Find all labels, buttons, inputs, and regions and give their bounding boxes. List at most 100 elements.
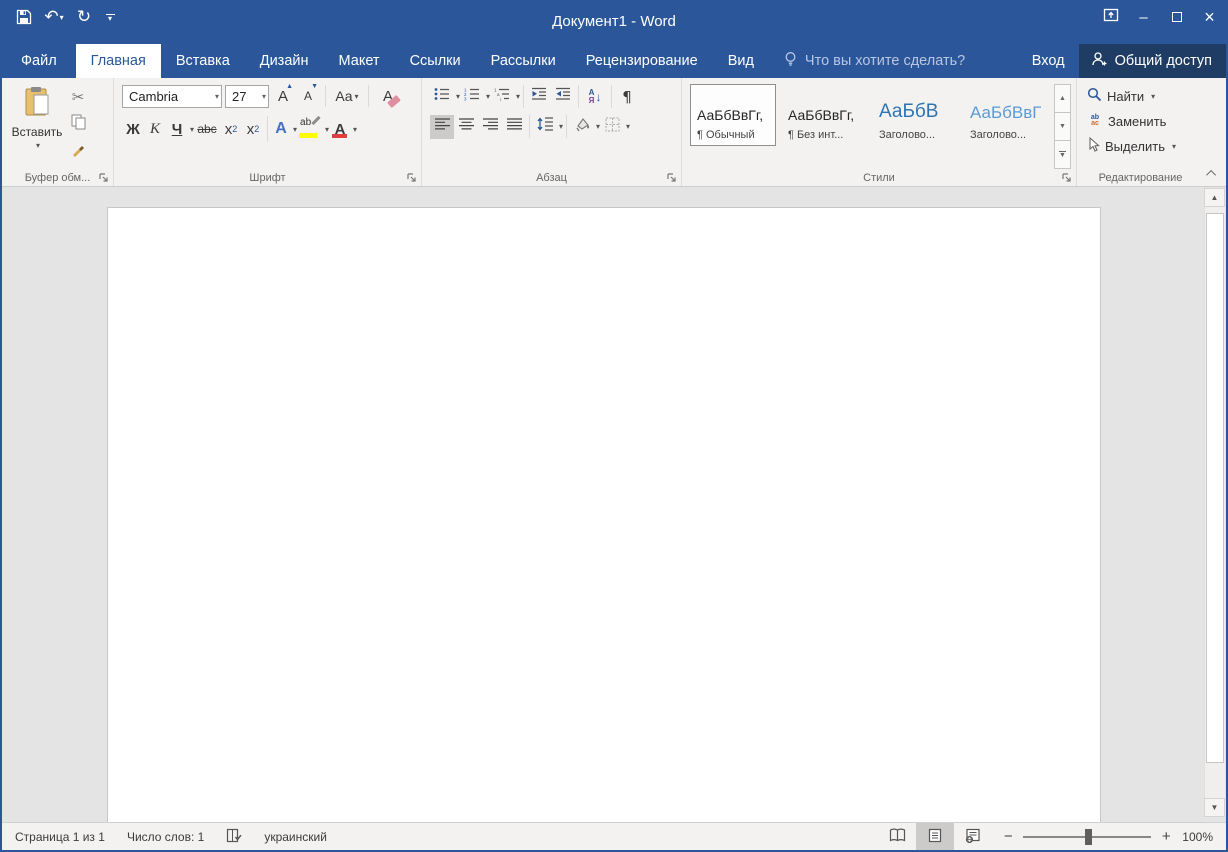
select-button[interactable]: Выделить ▾ xyxy=(1087,136,1200,156)
decrease-indent-button[interactable] xyxy=(527,85,551,109)
tab-mailings[interactable]: Рассылки xyxy=(476,44,571,78)
font-name-input[interactable] xyxy=(129,89,213,104)
text-effects-button[interactable]: А xyxy=(271,117,291,141)
styles-scroll-down-button[interactable]: ▼ xyxy=(1054,112,1071,141)
proofing-status[interactable] xyxy=(215,828,253,846)
collapse-ribbon-button[interactable] xyxy=(1205,166,1219,180)
ribbon-display-options-button[interactable] xyxy=(1094,0,1127,34)
print-layout-button[interactable] xyxy=(916,823,954,850)
tab-file[interactable]: Файл xyxy=(2,44,76,78)
tab-view[interactable]: Вид xyxy=(713,44,769,78)
underline-button[interactable]: Ч xyxy=(166,117,188,141)
grow-font-button[interactable]: А▲ xyxy=(272,84,294,108)
font-color-dropdown-icon[interactable]: ▾ xyxy=(353,125,357,134)
clipboard-group-label: Буфер обм... xyxy=(2,172,113,184)
cut-button[interactable]: ✂ xyxy=(66,85,90,109)
read-mode-button[interactable] xyxy=(878,823,916,850)
italic-button[interactable]: К xyxy=(144,117,166,141)
font-color-button[interactable]: А xyxy=(329,117,351,141)
sort-button[interactable]: АЯ ↓ xyxy=(582,85,608,109)
paragraph-dialog-launcher[interactable] xyxy=(666,171,678,183)
minimize-button[interactable]: – xyxy=(1127,0,1160,34)
align-center-button[interactable] xyxy=(454,115,478,139)
paste-button[interactable]: Вставить ▾ xyxy=(8,83,66,168)
clipboard-dialog-launcher[interactable] xyxy=(98,171,110,183)
sign-in-button[interactable]: Вход xyxy=(1018,44,1079,78)
strikethrough-button[interactable]: abc xyxy=(194,117,220,141)
find-button[interactable]: Найти ▾ xyxy=(1087,86,1200,106)
change-case-button[interactable]: Aa▾ xyxy=(332,84,362,108)
show-marks-button[interactable]: ¶ xyxy=(615,85,639,109)
font-size-dropdown-icon: ▾ xyxy=(262,92,266,101)
zoom-in-button[interactable]: + xyxy=(1160,828,1172,845)
clear-formatting-button[interactable]: А xyxy=(375,84,401,108)
font-size-input[interactable] xyxy=(232,89,260,104)
zoom-level[interactable]: 100% xyxy=(1178,830,1226,844)
share-button[interactable]: Общий доступ xyxy=(1079,44,1226,78)
superscript-button[interactable]: x2 xyxy=(242,117,264,141)
align-left-button[interactable] xyxy=(430,115,454,139)
maximize-button[interactable] xyxy=(1160,0,1193,34)
multilevel-list-button[interactable]: 1ai xyxy=(490,85,514,109)
tab-review[interactable]: Рецензирование xyxy=(571,44,713,78)
bullets-button[interactable] xyxy=(430,85,454,109)
style-heading1[interactable]: АаБбВ Заголово... xyxy=(872,84,958,146)
scroll-up-icon: ▲ xyxy=(1059,95,1066,102)
scrollbar-thumb[interactable] xyxy=(1206,213,1224,763)
print-layout-icon xyxy=(928,828,942,846)
vertical-scrollbar: ▲ ▼ xyxy=(1204,188,1225,817)
justify-button[interactable] xyxy=(502,115,526,139)
style-no-spacing[interactable]: АаБбВвГг, ¶ Без инт... xyxy=(781,84,867,146)
editing-group-label: Редактирование xyxy=(1077,172,1204,184)
line-spacing-button[interactable] xyxy=(533,115,557,139)
shrink-font-icon: ▼ xyxy=(311,83,318,90)
format-painter-button[interactable] xyxy=(66,139,90,163)
style-label: Заголово... xyxy=(970,129,1026,141)
zoom-slider[interactable] xyxy=(1023,836,1151,838)
proofing-book-icon xyxy=(226,828,242,846)
styles-more-button[interactable]: ▼ xyxy=(1054,140,1071,169)
window-controls: – × xyxy=(1094,0,1226,34)
zoom-out-button[interactable]: − xyxy=(1002,828,1014,845)
undo-button[interactable]: ↶▾ xyxy=(40,3,68,31)
page-indicator[interactable]: Страница 1 из 1 xyxy=(2,830,116,844)
font-color-bar xyxy=(332,134,347,138)
styles-scroll-up-button[interactable]: ▲ xyxy=(1054,84,1071,113)
numbering-button[interactable]: 123 xyxy=(460,85,484,109)
customize-qat-button[interactable]: ▾ xyxy=(100,3,120,31)
word-count[interactable]: Число слов: 1 xyxy=(116,830,215,844)
tell-me-search[interactable]: Что вы хотите сделать? xyxy=(783,44,965,78)
scrollbar-up-button[interactable]: ▲ xyxy=(1204,188,1225,207)
highlight-button[interactable]: ab xyxy=(297,117,323,141)
tab-home[interactable]: Главная xyxy=(76,44,161,78)
scrollbar-down-button[interactable]: ▼ xyxy=(1204,798,1225,817)
replace-button[interactable]: ab ac Заменить xyxy=(1087,111,1200,131)
tab-layout[interactable]: Макет xyxy=(324,44,395,78)
zoom-slider-thumb[interactable] xyxy=(1085,829,1092,845)
font-size-combobox[interactable]: ▾ xyxy=(225,85,269,108)
style-heading2[interactable]: АаБбВвГ Заголово... xyxy=(963,84,1049,146)
language-indicator[interactable]: украинский xyxy=(253,830,338,844)
font-name-combobox[interactable]: ▾ xyxy=(122,85,222,108)
bold-button[interactable]: Ж xyxy=(122,117,144,141)
align-right-button[interactable] xyxy=(478,115,502,139)
tab-insert[interactable]: Вставка xyxy=(161,44,245,78)
tab-references[interactable]: Ссылки xyxy=(395,44,476,78)
style-normal[interactable]: АаБбВвГг, ¶ Обычный xyxy=(690,84,776,146)
font-dialog-launcher[interactable] xyxy=(406,171,418,183)
tab-design[interactable]: Дизайн xyxy=(245,44,324,78)
subscript-button[interactable]: x2 xyxy=(220,117,242,141)
scroll-up-icon: ▲ xyxy=(1211,193,1219,202)
increase-indent-button[interactable] xyxy=(551,85,575,109)
close-button[interactable]: × xyxy=(1193,0,1226,34)
scrollbar-track[interactable] xyxy=(1204,207,1225,798)
web-layout-button[interactable] xyxy=(954,823,992,850)
shading-button[interactable] xyxy=(570,115,594,139)
redo-button[interactable]: ↻ xyxy=(70,3,98,31)
copy-button[interactable] xyxy=(66,112,90,136)
styles-dialog-launcher[interactable] xyxy=(1061,171,1073,183)
document-page[interactable] xyxy=(107,207,1101,822)
borders-button[interactable] xyxy=(600,115,624,139)
save-button[interactable] xyxy=(10,3,38,31)
shrink-font-button[interactable]: А▼ xyxy=(297,84,319,108)
